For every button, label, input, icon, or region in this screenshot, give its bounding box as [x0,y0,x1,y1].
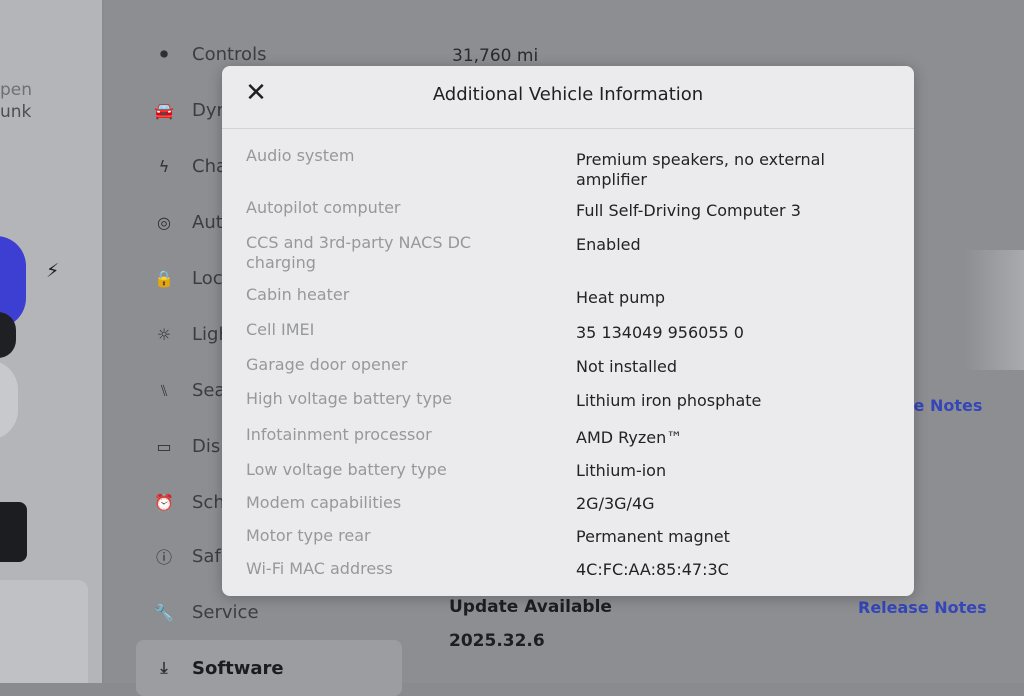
info-label: Infotainment processor [246,425,432,444]
info-row-lv-battery: Low voltage battery type Lithium-ion [246,460,886,481]
info-row-cabin-heater: Cabin heater Heat pump [246,285,886,308]
car-panel: pen unk ⚡ [0,0,102,683]
bottom-card[interactable] [0,580,88,683]
nav-label: Loc [192,267,223,289]
info-label: Wi-Fi MAC address [246,559,393,578]
info-label: Autopilot computer [246,198,401,217]
charging-bolt-icon[interactable]: ⚡ [46,260,59,282]
release-notes-link[interactable]: Release Notes [858,598,987,617]
nav-item-software[interactable]: ⤓ Software [136,640,402,696]
lock-icon: 🔒 [154,268,174,288]
info-label: Cell IMEI [246,320,315,339]
info-value: Heat pump [576,288,666,307]
alert-icon: ⓘ [155,548,172,567]
info-value: Enabled [576,235,641,254]
info-row-infotainment: Infotainment processor AMD Ryzen™ [246,425,886,448]
alarm-clock-icon: ⏰ [154,492,174,512]
info-value: Lithium iron phosphate [576,391,762,410]
info-value: Lithium-ion [576,461,667,480]
nav-label: Saf [192,545,221,567]
nav-label: Controls [192,43,267,65]
update-available-text: Update Available [449,597,612,617]
info-value: 4C:FC:AA:85:47:3C [576,560,729,579]
open-trunk-text[interactable]: unk [0,102,31,122]
nav-label: Sch [192,491,225,513]
info-label: Audio system [246,146,355,165]
seat-icon: ⑊ [159,380,169,400]
info-value: AMD Ryzen™ [576,428,683,447]
download-icon: ⤓ [160,658,168,677]
modal-title: Additional Vehicle Information [432,84,704,105]
info-row-ccs-charging: CCS and 3rd-party NACS DC charging Enabl… [246,233,886,273]
steering-wheel-icon: ◎ [157,212,171,232]
info-row-wifi-mac: Wi-Fi MAC address 4C:FC:AA:85:47:3C [246,559,886,580]
odometer-value: 31,760 mi [452,46,539,66]
info-row-imei: Cell IMEI 35 134049 956055 0 [246,320,886,343]
wrench-icon: 🔧 [154,602,174,622]
car-icon: 🚘 [154,100,174,120]
screen-glare [964,250,1024,370]
info-row-modem: Modem capabilities 2G/3G/4G [246,493,886,514]
dark-button[interactable] [0,502,27,562]
release-notes-link-partial[interactable]: se Notes [904,396,982,415]
software-version: 2025.32.6 [449,631,545,651]
nav-label: Dis [192,435,221,457]
info-label: Modem capabilities [246,493,402,512]
info-label: Low voltage battery type [246,460,447,479]
info-value: 2G/3G/4G [576,494,655,513]
info-value: Not installed [576,357,678,376]
car-glow [0,360,18,440]
info-row-garage: Garage door opener Not installed [246,355,886,377]
info-value: Full Self-Driving Computer 3 [576,201,801,220]
nav-label: Sea [192,379,226,401]
modal-header: ✕ Additional Vehicle Information [222,66,914,129]
display-icon: ▭ [156,436,172,456]
info-value: Permanent magnet [576,527,730,546]
nav-label: Aut [192,211,223,233]
info-row-hv-battery: High voltage battery type Lithium iron p… [246,389,886,411]
vehicle-info-modal: ✕ Additional Vehicle Information Audio s… [222,66,914,596]
info-row-autopilot: Autopilot computer Full Self-Driving Com… [246,198,886,221]
toggle-icon: ⏺ [159,44,168,63]
info-value: Premium speakers, no external amplifier [576,150,825,189]
bolt-icon: ϟ [158,156,170,176]
nav-label: Software [192,657,284,679]
nav-label: Service [192,601,259,623]
info-label: Motor type rear [246,526,371,545]
info-label: CCS and 3rd-party NACS DC charging [246,233,472,272]
info-label: Cabin heater [246,285,350,304]
info-list: Audio system Premium speakers, no extern… [246,146,886,580]
light-icon: ☼ [156,324,172,344]
open-frunk-text[interactable]: pen [0,80,32,100]
info-label: Garage door opener [246,355,408,374]
nav-item-service[interactable]: 🔧 Service [152,592,402,632]
info-row-audio: Audio system Premium speakers, no extern… [246,146,886,190]
info-value: 35 134049 956055 0 [576,323,744,342]
info-row-motor: Motor type rear Permanent magnet [246,526,886,547]
info-label: High voltage battery type [246,389,452,408]
